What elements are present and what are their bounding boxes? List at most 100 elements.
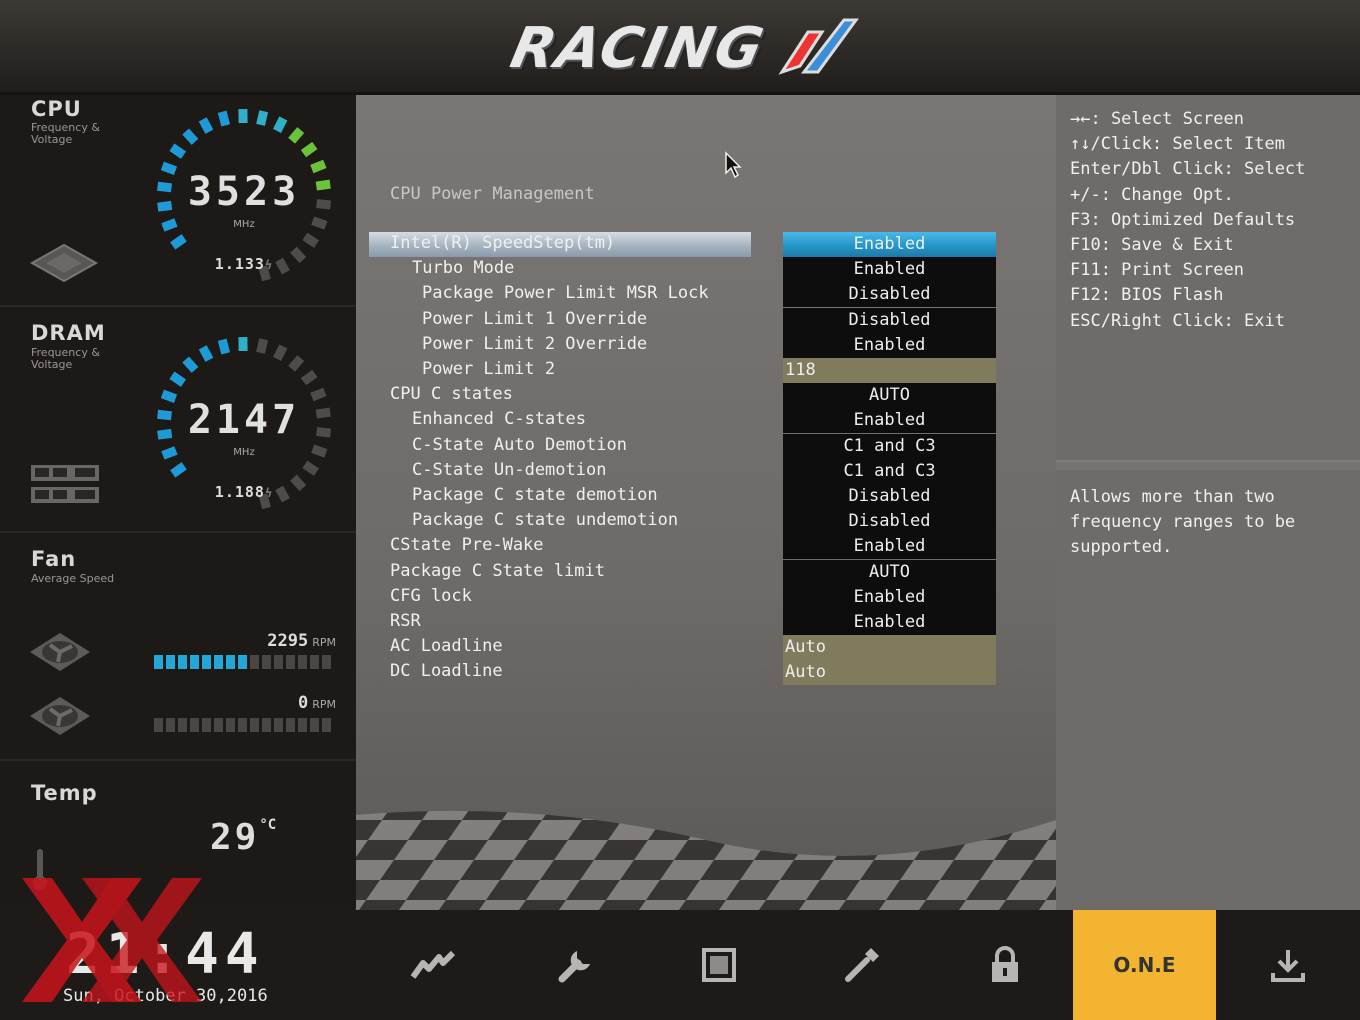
fan-bar-segment: [274, 718, 283, 732]
setting-row[interactable]: Power Limit 2 Override Enabled: [356, 332, 1056, 358]
setting-label: Enhanced C-states: [412, 409, 586, 430]
setting-value-select[interactable]: Enabled: [783, 534, 996, 560]
cpu-voltage-row: 1.133ϟ: [151, 255, 337, 273]
setting-value-select[interactable]: Disabled: [783, 307, 996, 333]
dram-frequency: 2147: [187, 397, 301, 443]
cpu-title: CPU: [31, 97, 82, 121]
setting-value-select[interactable]: AUTO: [783, 383, 996, 409]
setting-label: Package C State limit: [390, 560, 605, 581]
setting-value-input[interactable]: Auto: [783, 660, 996, 686]
setting-row[interactable]: CFG lock Enabled: [356, 584, 1056, 610]
nav-chipset-button[interactable]: [647, 910, 790, 1020]
fan-icon: [30, 633, 90, 671]
dram-voltage-row: 1.188ϟ: [151, 483, 337, 501]
setting-label: C-State Auto Demotion: [412, 434, 627, 455]
setting-value-input[interactable]: Auto: [783, 635, 996, 661]
fan-bar-segment: [310, 655, 319, 669]
bolt-icon: ϟ: [264, 486, 274, 500]
cpu-gauge: 3523 MHz 1.133ϟ: [151, 103, 337, 289]
setting-row[interactable]: Package C state undemotion Disabled: [356, 509, 1056, 535]
setting-label: Power Limit 2 Override: [422, 333, 648, 354]
mouse-cursor-icon: [725, 151, 742, 179]
setting-row[interactable]: Package C state demotion Disabled: [356, 484, 1056, 509]
setting-label: Package Power Limit MSR Lock: [422, 283, 709, 304]
key-help-line: F3: Optimized Defaults: [1070, 209, 1296, 230]
fan-panel: Fan Average Speed 2295 RPM 0 RPM: [0, 533, 356, 761]
gauge-segment: [300, 141, 318, 158]
setting-row[interactable]: Enhanced C-states Enabled: [356, 408, 1056, 434]
setting-value-select[interactable]: C1 and C3: [783, 458, 996, 484]
setting-label: Power Limit 1 Override: [422, 308, 648, 329]
setting-label: CPU C states: [390, 384, 513, 405]
fan-bar-segment: [202, 718, 211, 732]
gauge-segment: [302, 460, 319, 476]
fan-bar-segment: [322, 718, 331, 732]
temp-unit: °C: [259, 817, 277, 833]
racing-logo: RACING: [505, 14, 859, 86]
setting-value-select[interactable]: Disabled: [783, 484, 996, 509]
fan2-bar: [154, 718, 331, 732]
nav-save-button[interactable]: [1216, 910, 1360, 1020]
fan-bar-segment: [214, 718, 223, 732]
setting-row[interactable]: C-State Auto Demotion C1 and C3: [356, 433, 1056, 459]
setting-value-select[interactable]: Enabled: [783, 610, 996, 635]
setting-value-select[interactable]: Enabled: [783, 332, 996, 358]
key-help-line: F12: BIOS Flash: [1070, 285, 1224, 306]
cpu-panel: CPU Frequency & Voltage 3523 MHz 1.133ϟ: [0, 95, 356, 307]
fan-bar-segment: [250, 718, 259, 732]
setting-row[interactable]: Intel(R) SpeedStep(tm) Enabled: [356, 232, 1056, 257]
fan-title: Fan: [31, 547, 77, 571]
nav-security-button[interactable]: [933, 910, 1076, 1020]
key-help-line: +/-: Change Opt.: [1070, 184, 1234, 205]
dram-gauge: 2147 MHz 1.188ϟ: [151, 331, 337, 517]
chipset-icon: [701, 948, 736, 982]
fan-bar-segment: [226, 655, 235, 669]
cpu-frequency: 3523: [187, 169, 301, 215]
setting-label: RSR: [390, 611, 421, 631]
setting-value-select[interactable]: C1 and C3: [783, 433, 996, 459]
setting-label: Package C state undemotion: [412, 510, 679, 531]
setting-row[interactable]: Power Limit 1 Override Disabled: [356, 307, 1056, 333]
setting-row[interactable]: C-State Un-demotion C1 and C3: [356, 458, 1056, 484]
download-icon: [1271, 950, 1305, 982]
setting-value-select[interactable]: Enabled: [783, 408, 996, 434]
setting-row[interactable]: RSR Enabled: [356, 610, 1056, 635]
setting-row[interactable]: Turbo Mode Enabled: [356, 257, 1056, 283]
setting-row[interactable]: Power Limit 2 118: [356, 358, 1056, 383]
setting-row[interactable]: CPU C states AUTO: [356, 383, 1056, 409]
setting-row[interactable]: CState Pre-Wake Enabled: [356, 534, 1056, 560]
setting-value-select[interactable]: Disabled: [783, 282, 996, 308]
key-help-line: Enter/Dbl Click: Select: [1070, 159, 1306, 180]
setting-value-select[interactable]: AUTO: [783, 559, 996, 585]
gauge-segment: [182, 356, 199, 373]
gauge-segment: [198, 345, 214, 362]
gauge-segment: [302, 232, 319, 248]
fan-bar-segment: [166, 718, 175, 732]
setting-value-select[interactable]: Disabled: [783, 509, 996, 535]
pen-icon: [844, 948, 879, 982]
key-help: →←: Select Screen ↑↓/Click: Select Item En…: [1070, 107, 1305, 334]
wrench-icon: [558, 951, 590, 983]
nav-overclock-button[interactable]: [361, 910, 504, 1020]
setting-value-input[interactable]: 118: [783, 358, 996, 383]
nav-one-button[interactable]: O.N.E: [1073, 910, 1216, 1020]
fan1-unit: RPM: [312, 636, 336, 649]
setting-row[interactable]: AC Loadline Auto: [356, 635, 1056, 661]
setting-row[interactable]: Package C State limit AUTO: [356, 559, 1056, 585]
fan-bar-segment: [298, 655, 307, 669]
setting-row[interactable]: DC Loadline Auto: [356, 660, 1056, 686]
nav-tools-button[interactable]: [790, 910, 933, 1020]
fan-bar-segment: [214, 655, 223, 669]
racing-logo-mark-icon: [778, 18, 859, 75]
fan-bar-segment: [238, 718, 247, 732]
setting-value-select[interactable]: Enabled: [783, 257, 996, 283]
gauge-segment: [170, 234, 187, 250]
setting-value-select[interactable]: Enabled: [783, 232, 996, 257]
fan-bar-segment: [226, 718, 235, 732]
nav-settings-button[interactable]: [504, 910, 647, 1020]
setting-row[interactable]: Package Power Limit MSR Lock Disabled: [356, 282, 1056, 308]
fan-bar-segment: [178, 655, 187, 669]
settings-main: CPU Power Management Intel(R) SpeedStep(…: [356, 95, 1056, 910]
fan2-rpm: 0: [297, 693, 309, 713]
setting-value-select[interactable]: Enabled: [783, 584, 996, 610]
